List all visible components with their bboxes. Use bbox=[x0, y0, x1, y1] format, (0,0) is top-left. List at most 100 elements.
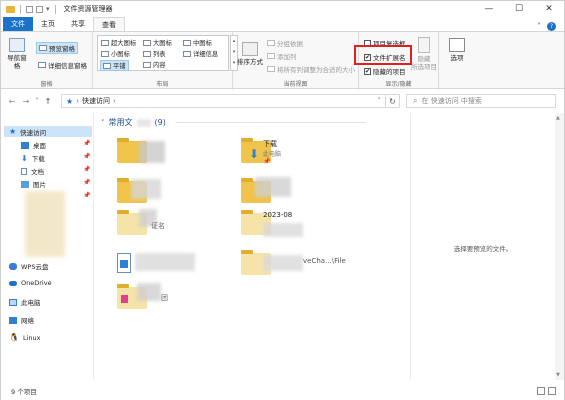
download-icon: ⬇ bbox=[21, 153, 28, 163]
scroll-up-icon[interactable]: ▲ bbox=[556, 115, 560, 121]
list-item[interactable] bbox=[117, 178, 161, 203]
nav-item-pictures[interactable]: 图片 bbox=[21, 179, 46, 189]
layout-content[interactable]: 内容 bbox=[143, 60, 166, 69]
tab-view[interactable]: 查看 bbox=[93, 17, 125, 31]
redacted-thumbnail bbox=[137, 283, 161, 301]
layout-tiles[interactable]: 平铺 bbox=[100, 60, 129, 71]
group-by-button[interactable]: 分组依据 bbox=[267, 38, 303, 48]
nav-item-label: 桌面 bbox=[33, 142, 46, 150]
search-input[interactable]: ⌕ 在 快速访问 中搜索 bbox=[406, 94, 556, 108]
hidden-items-option[interactable]: ✔ 隐藏的项目 bbox=[364, 66, 406, 76]
hide-selected-button[interactable]: 隐藏 所选项目 bbox=[411, 37, 437, 71]
highlight-annotation bbox=[354, 45, 412, 65]
properties-icon[interactable] bbox=[26, 5, 33, 13]
close-button[interactable]: ✕ bbox=[534, 1, 564, 17]
scroll-down-icon[interactable]: ▼ bbox=[556, 372, 560, 378]
nav-item-linux[interactable]: 🐧 Linux bbox=[9, 333, 40, 342]
group-label: 当前视图 bbox=[283, 81, 308, 88]
item-location: 此电脑 bbox=[263, 151, 282, 158]
nav-pane-button[interactable]: 导航窗格 bbox=[6, 38, 28, 70]
group-header-title: 常用文 bbox=[108, 118, 133, 127]
layout-medium-icons[interactable]: 中图标 bbox=[183, 38, 212, 47]
tab-home[interactable]: 主页 bbox=[33, 17, 63, 31]
nav-item-downloads[interactable]: ⬇ 下载 bbox=[21, 153, 45, 164]
add-columns-button[interactable]: 添加列 bbox=[267, 51, 297, 61]
nav-item-desktop[interactable]: 桌面 bbox=[21, 140, 46, 150]
size-all-columns-button[interactable]: 将所有列调整为合适的大小 bbox=[267, 64, 355, 74]
search-placeholder: 在 快速访问 中搜索 bbox=[421, 97, 482, 105]
pin-icon: 📌 bbox=[263, 158, 271, 165]
nav-item-onedrive[interactable]: OneDrive bbox=[9, 279, 52, 287]
explorer-window: ▾ 文件资源管理器 — ☐ ✕ 文件 主页 共享 查看 ˅ ? 导航窗格 预览窗… bbox=[0, 0, 565, 400]
nav-pane-label: 导航窗格 bbox=[7, 54, 27, 70]
pin-icon: 📌 bbox=[83, 140, 91, 147]
recent-locations-button[interactable]: ˅ bbox=[33, 97, 41, 106]
options-button[interactable]: 选项 bbox=[443, 38, 471, 62]
nav-item-this-pc[interactable]: 此电脑 bbox=[9, 297, 41, 307]
nav-item-wps[interactable]: WPS云盘 bbox=[9, 261, 48, 271]
vertical-scrollbar[interactable]: ▲ ▼ bbox=[555, 113, 564, 380]
group-by-icon bbox=[267, 40, 275, 46]
minimize-button[interactable]: — bbox=[474, 1, 504, 17]
nav-item-quick-access[interactable]: ★ 快速访问 bbox=[4, 126, 92, 137]
address-dropdown-icon[interactable]: ˅ bbox=[378, 97, 382, 105]
layout-item-label: 小图标 bbox=[111, 51, 130, 58]
small-icons-icon bbox=[101, 50, 109, 57]
item-name: 下载 bbox=[263, 140, 277, 148]
layout-item-label: 大图标 bbox=[153, 40, 172, 47]
back-button[interactable]: ← bbox=[5, 97, 19, 106]
layout-details[interactable]: 详细信息 bbox=[183, 49, 218, 58]
sort-by-button[interactable]: 排序方式 bbox=[236, 42, 264, 66]
redacted-thumbnail bbox=[263, 255, 303, 271]
ribbon-group-panes: 导航窗格 预览窗格 详细信息窗格 窗格 bbox=[1, 32, 93, 90]
list-item[interactable]: 2023-08 bbox=[241, 210, 303, 237]
customize-toolbar-icon[interactable]: ▾ bbox=[46, 5, 50, 13]
refresh-button[interactable]: ↻ bbox=[385, 95, 399, 107]
layout-item-label: 中图标 bbox=[193, 40, 212, 47]
layout-extra-large-icons[interactable]: 超大图标 bbox=[101, 38, 136, 47]
list-item[interactable]: 证名 bbox=[117, 209, 165, 235]
list-item[interactable]: ⬇ 下载 此电脑 📌 bbox=[241, 138, 281, 165]
forward-button[interactable]: → bbox=[19, 97, 33, 106]
help-icon[interactable]: ? bbox=[547, 22, 556, 31]
group-header-frequent-folders[interactable]: ˅ 常用文 (9) bbox=[101, 117, 366, 128]
list-item[interactable] bbox=[117, 138, 165, 163]
layout-small-icons[interactable]: 小图标 bbox=[101, 49, 130, 58]
address-bar[interactable]: ★ › 快速访问 › ˅ ↻ bbox=[61, 94, 400, 108]
nav-item-label: 图片 bbox=[33, 181, 46, 189]
list-item[interactable]: 团 bbox=[117, 283, 168, 309]
folder-icon bbox=[6, 5, 15, 13]
nav-item-label: 下载 bbox=[31, 155, 45, 163]
large-icons-view-icon[interactable] bbox=[548, 386, 556, 395]
group-label: 窗格 bbox=[40, 81, 53, 88]
breadcrumb-quick-access[interactable]: 快速访问 bbox=[82, 96, 110, 106]
layout-large-icons[interactable]: 大图标 bbox=[143, 38, 172, 47]
preview-pane-button[interactable]: 预览窗格 bbox=[36, 42, 78, 54]
hidden-items-checkbox[interactable]: ✔ bbox=[364, 67, 371, 75]
list-item[interactable] bbox=[241, 177, 291, 203]
list-item[interactable]: veCha...\File bbox=[241, 250, 346, 275]
preview-message: 选择要预览的文件。 bbox=[453, 245, 513, 253]
view-switcher bbox=[537, 386, 556, 395]
extra-large-icons-icon bbox=[101, 39, 109, 46]
up-button[interactable]: ↑ bbox=[41, 97, 55, 106]
maximize-button[interactable]: ☐ bbox=[504, 1, 534, 17]
new-folder-icon[interactable] bbox=[36, 5, 43, 13]
collapse-ribbon-icon[interactable]: ˅ bbox=[537, 22, 541, 31]
search-icon: ⌕ bbox=[413, 96, 418, 105]
nav-item-documents[interactable]: 文档 bbox=[21, 166, 44, 176]
layout-gallery: 超大图标 大图标 中图标 小图标 列表 详细信息 平铺 内容 bbox=[97, 35, 229, 71]
tab-file[interactable]: 文件 bbox=[3, 17, 33, 31]
details-view-icon[interactable] bbox=[537, 386, 545, 395]
item-path: veCha...\File bbox=[303, 257, 346, 265]
list-item[interactable] bbox=[117, 253, 195, 273]
layout-list[interactable]: 列表 bbox=[143, 49, 166, 58]
tab-share[interactable]: 共享 bbox=[63, 17, 93, 31]
nav-item-network[interactable]: 网络 bbox=[9, 315, 34, 325]
preview-pane: 选择要预览的文件。 bbox=[410, 113, 555, 380]
divider bbox=[54, 4, 56, 14]
redacted-text bbox=[136, 118, 151, 127]
details-pane-button[interactable]: 详细信息窗格 bbox=[38, 60, 87, 70]
size-columns-icon bbox=[267, 66, 275, 72]
hidden-items-label: 隐藏的项目 bbox=[373, 68, 406, 76]
